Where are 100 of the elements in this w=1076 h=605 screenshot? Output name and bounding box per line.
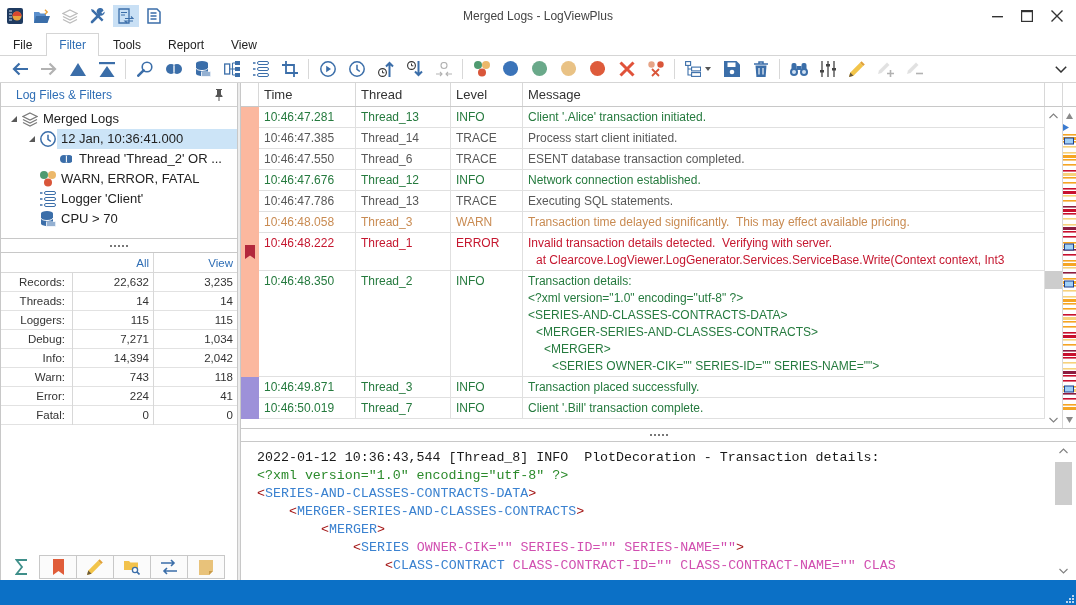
column-header[interactable]: Thread [356, 83, 451, 106]
stats-value: 0 [73, 406, 154, 425]
table-cell: 10:46:48.350 [259, 271, 356, 377]
table-cell: Thread_3 [356, 212, 451, 233]
panel-tab[interactable] [150, 555, 188, 579]
maximize-icon [1021, 10, 1033, 22]
converging-arrows-icon [435, 61, 452, 77]
table-cell: 10:46:47.786 [259, 191, 356, 212]
overlapping-ovals-icon [59, 155, 73, 163]
crop-icon [281, 61, 298, 77]
table-cell: Thread_2 [356, 271, 451, 377]
table-cell: 10:46:47.385 [259, 128, 356, 149]
table-cell: 10:46:47.550 [259, 149, 356, 170]
table-cell: Thread_3 [356, 377, 451, 398]
table-cell: TRACE [451, 128, 523, 149]
code-line: <CLASS-CONTRACT CLASS-CONTRACT-ID="" CLASS-CONTRACT-NAME="" CLAS [385, 557, 896, 575]
stats-value: 743 [73, 368, 154, 387]
layers-icon [22, 111, 38, 127]
splitter-grip-icon[interactable] [110, 244, 128, 247]
expanded-arrow-icon[interactable] [11, 116, 17, 122]
code-line: <SERIES OWNER-CIK="" SERIES-ID="" SERIES-NAME=""> [353, 539, 745, 557]
code-line: <MERGER-SERIES-AND-CLASSES-CONTRACTS> [289, 503, 585, 521]
stats-label: Loggers: [1, 311, 73, 330]
table-cell: Thread_13 [356, 191, 451, 212]
scrollbar-thumb[interactable] [1045, 271, 1062, 289]
database-icon [194, 61, 211, 77]
menu-tab[interactable]: File [0, 33, 46, 56]
table-cell: WARN [451, 212, 523, 233]
scrollbar-thumb[interactable] [1055, 462, 1072, 505]
stats-value: 2,042 [203, 351, 234, 366]
tree-item[interactable]: Logger 'Client' [57, 189, 237, 209]
column-header[interactable]: Time [259, 83, 356, 106]
stats-value: 14 [73, 292, 154, 311]
menu-tab[interactable]: Filter [46, 33, 99, 56]
tree-item[interactable]: WARN, ERROR, FATAL [57, 169, 237, 189]
stats-value: 22,632 [73, 273, 154, 292]
search-icon [136, 61, 153, 77]
sigma-icon [14, 559, 28, 575]
sticky-note-icon [199, 559, 213, 575]
overview-ruler[interactable] [1063, 124, 1076, 412]
stats-value: 14 [219, 294, 234, 309]
stats-label: Warn: [1, 368, 73, 387]
resize-grip-icon[interactable] [1066, 595, 1074, 603]
table-cell: ESENT database transaction completed. [523, 149, 1045, 170]
stats-label: Error: [1, 387, 73, 406]
scroll-up-icon[interactable] [1066, 112, 1073, 119]
panel-tab[interactable] [39, 555, 77, 579]
document-icon [147, 8, 161, 24]
table-cell: Network connection established. [523, 170, 1045, 191]
table-cell: 10:46:48.222 [259, 233, 356, 271]
table-cell: Transaction placed successfully. [523, 377, 1045, 398]
panel-tab[interactable] [113, 555, 151, 579]
app-logo-icon [7, 8, 23, 24]
tree-item[interactable]: CPU > 70 [57, 209, 237, 229]
column-header[interactable]: Message [523, 83, 1045, 106]
stats-label: Debug: [1, 330, 73, 349]
table-cell: Client '.Bill' transaction complete. [523, 398, 1045, 419]
stats-value: 224 [73, 387, 154, 406]
scroll-down-icon[interactable] [1066, 417, 1073, 423]
table-cell: Process start client initiated. [523, 128, 1045, 149]
table-cell: Thread_6 [356, 149, 451, 170]
column-header: View [207, 256, 234, 271]
play-circle-icon [319, 61, 336, 77]
code-line: <SERIES-AND-CLASSES-CONTRACTS-DATA> [257, 485, 537, 503]
tree-item[interactable]: Thread 'Thread_2' OR ... [75, 149, 237, 169]
tree-item[interactable]: Merged Logs [39, 109, 237, 129]
window-title: Merged Logs - LogViewPlus [463, 8, 613, 25]
pencil-icon [87, 559, 103, 575]
column-header[interactable]: Level [451, 83, 523, 106]
sliders-icon [819, 61, 836, 77]
menu-tab[interactable]: View [218, 33, 270, 56]
list-icon [40, 191, 56, 207]
database-icon [40, 211, 56, 227]
column-header: All [73, 253, 154, 273]
table-cell: TRACE [451, 149, 523, 170]
chevron-down-icon [1055, 65, 1067, 73]
expanded-arrow-icon[interactable] [29, 136, 35, 142]
tree-list-icon [685, 61, 701, 77]
table-cell: Client '.Alice' transaction initiated. [523, 107, 1045, 128]
table-cell: ERROR [451, 233, 523, 271]
tree-item[interactable]: 12 Jan, 10:36:41.000 [57, 129, 237, 149]
close-icon [1051, 10, 1063, 22]
colored-dots-icon [40, 171, 56, 187]
stats-value: 115 [73, 311, 154, 330]
stats-value: 7,271 [73, 330, 154, 349]
quick-access-button[interactable] [113, 5, 139, 27]
caret-down-icon [705, 67, 711, 71]
arrow-right-icon [40, 62, 57, 76]
clock-arrow-up-icon [377, 61, 394, 77]
clock-icon [348, 61, 365, 77]
stats-label: Fatal: [1, 406, 73, 425]
bookmark-icon [52, 559, 64, 575]
pin-button[interactable] [213, 87, 225, 102]
table-cell: Thread_13 [356, 107, 451, 128]
stats-value: 1,034 [203, 332, 234, 347]
menu-tab[interactable]: Report [155, 33, 218, 56]
table-cell: Thread_14 [356, 128, 451, 149]
hierarchy-icon [223, 61, 240, 77]
stats-value: 115 [213, 313, 234, 328]
menu-tab[interactable]: Tools [100, 33, 155, 56]
